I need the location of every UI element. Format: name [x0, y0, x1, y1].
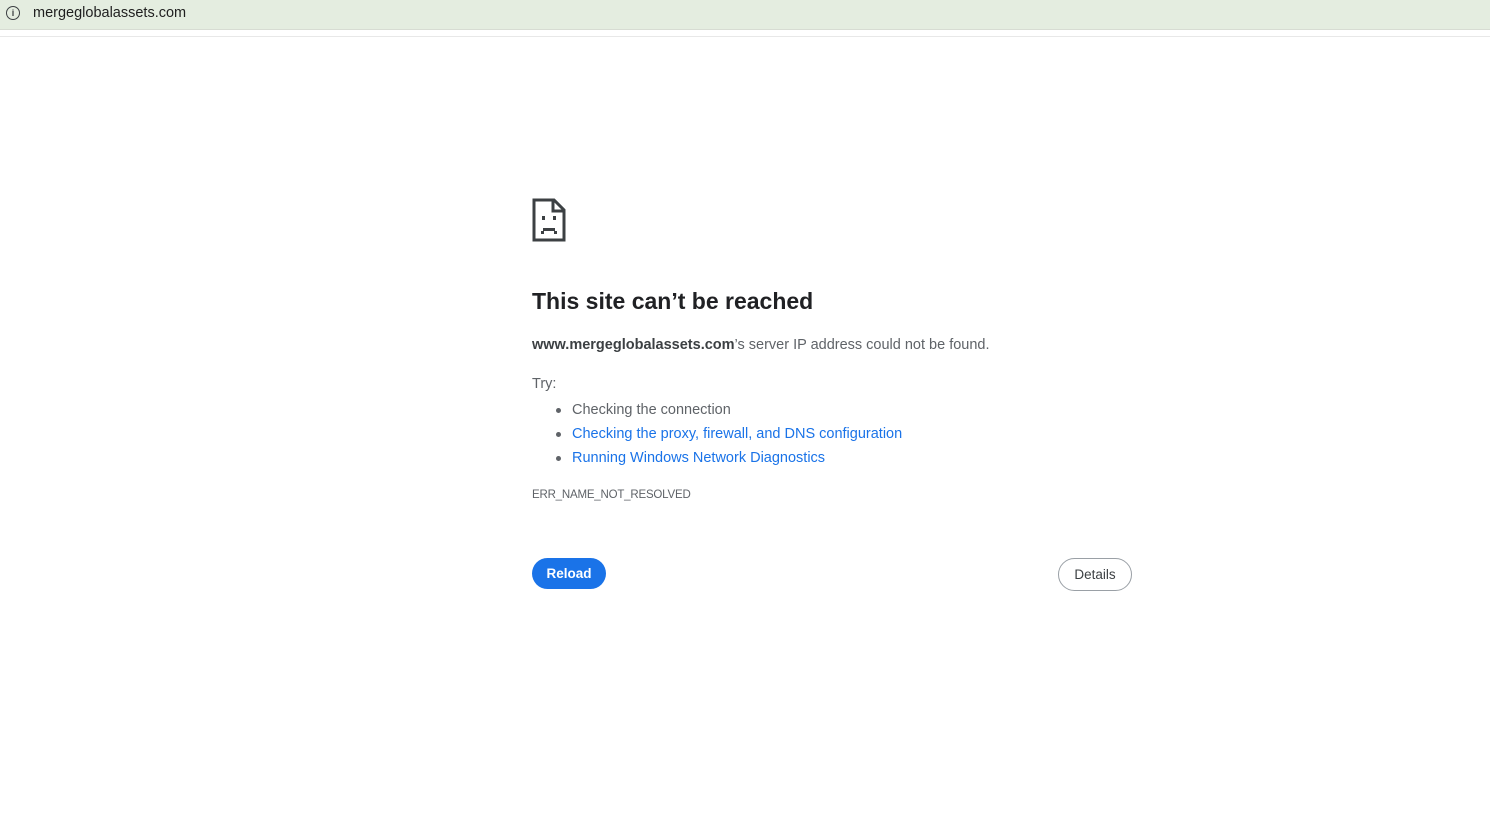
- error-code: ERR_NAME_NOT_RESOLVED: [532, 489, 691, 501]
- error-host: www.mergeglobalassets.com: [532, 337, 735, 353]
- try-label: Try:: [532, 376, 557, 392]
- address-bar[interactable]: i mergeglobalassets.com: [0, 0, 1490, 30]
- sad-page-icon: [532, 198, 566, 242]
- suggestion-network-diagnostics-link[interactable]: Running Windows Network Diagnostics: [572, 450, 825, 466]
- error-description: www.mergeglobalassets.com’s server IP ad…: [532, 337, 990, 353]
- url-text[interactable]: mergeglobalassets.com: [33, 5, 186, 21]
- reload-button[interactable]: Reload: [532, 558, 606, 589]
- suggestion-item: Checking the proxy, firewall, and DNS co…: [555, 422, 902, 446]
- suggestion-proxy-link[interactable]: Checking the proxy, firewall, and DNS co…: [572, 426, 902, 442]
- details-button[interactable]: Details: [1058, 558, 1132, 591]
- suggestion-list: Checking the connection Checking the pro…: [532, 398, 902, 470]
- suggestion-item: Checking the connection: [555, 398, 902, 422]
- toolbar-divider: [0, 30, 1490, 37]
- suggestion-check-connection: Checking the connection: [572, 402, 731, 418]
- error-message: ’s server IP address could not be found.: [734, 337, 990, 353]
- suggestion-item: Running Windows Network Diagnostics: [555, 446, 902, 470]
- info-icon[interactable]: i: [6, 6, 20, 20]
- error-title: This site can’t be reached: [532, 288, 814, 314]
